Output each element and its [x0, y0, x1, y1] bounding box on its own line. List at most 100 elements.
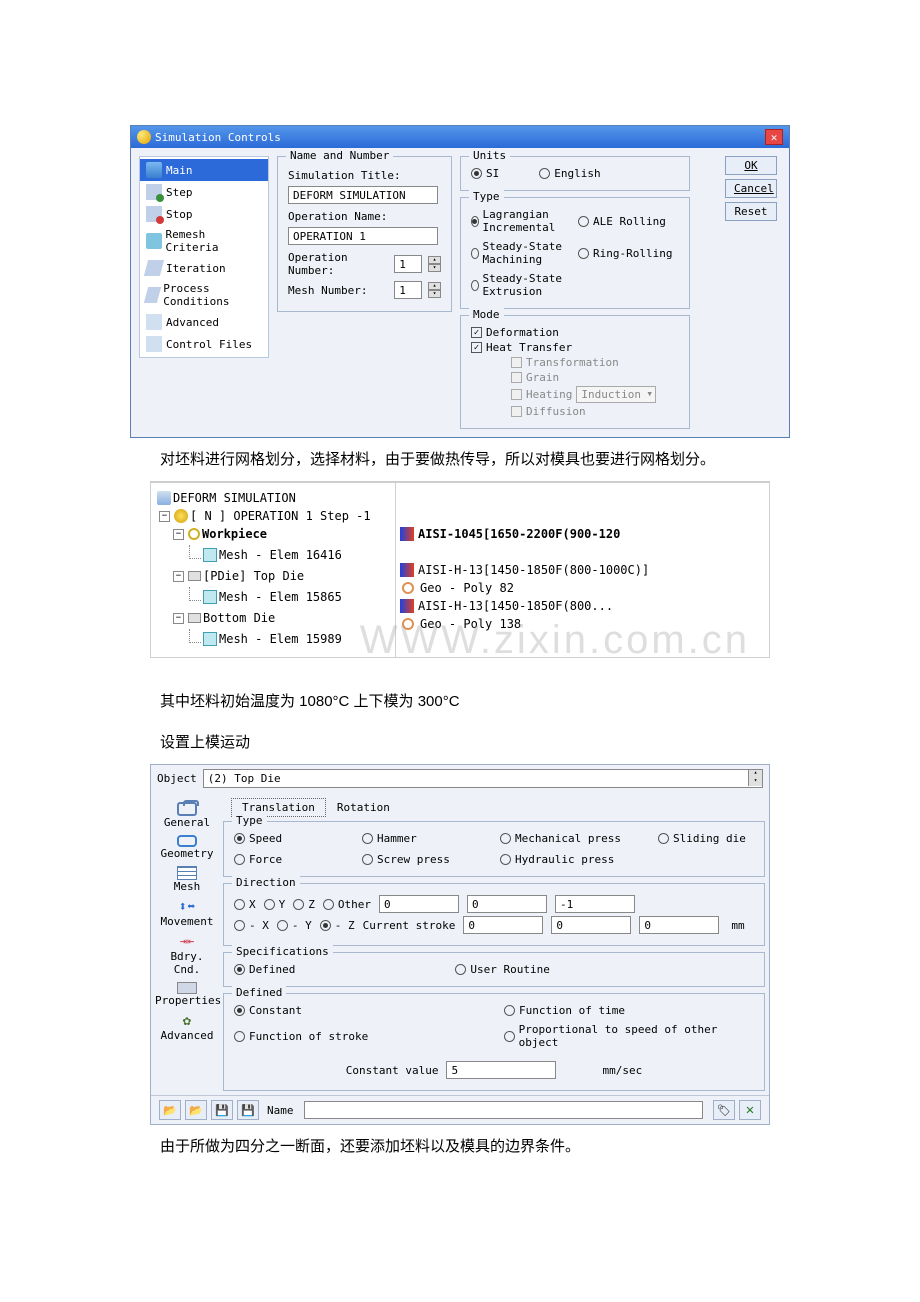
radio-minus-y[interactable]: - Y — [277, 919, 312, 932]
radio-si[interactable]: SI — [471, 167, 499, 180]
induction-combo[interactable]: Induction — [576, 386, 656, 403]
tree-workpiece[interactable]: −Workpiece — [155, 525, 391, 543]
check-diffusion[interactable]: Diffusion — [511, 405, 679, 418]
mesh-number-spinner[interactable]: ▴▾ — [428, 282, 441, 298]
radio-mech-press[interactable]: Mechanical press — [500, 832, 650, 845]
saveas-button[interactable]: 💾 — [237, 1100, 259, 1120]
radio-minus-x[interactable]: - X — [234, 919, 269, 932]
info-top-mat[interactable]: AISI-H-13[1450-1850F(800-1000C)] — [400, 561, 765, 579]
side-properties[interactable]: Properties — [155, 980, 219, 1009]
nav-item-iteration[interactable]: Iteration — [140, 257, 268, 279]
radio-proportional[interactable]: Proportional to speed of other object — [504, 1023, 754, 1049]
radio-icon — [234, 854, 245, 865]
object-combo[interactable]: (2) Top Die ▴▾ — [203, 769, 763, 788]
radio-icon — [578, 248, 589, 259]
stroke-x-input[interactable] — [463, 916, 543, 934]
radio-x[interactable]: X — [234, 898, 256, 911]
tree-bottom-die[interactable]: −Bottom Die — [155, 609, 391, 627]
radio-english[interactable]: English — [539, 167, 600, 180]
tab-rotation[interactable]: Rotation — [326, 798, 401, 817]
collapse-icon[interactable]: − — [173, 613, 184, 624]
tree-bot-mesh[interactable]: Mesh - Elem 15989 — [155, 627, 391, 651]
vec-x-input[interactable] — [379, 895, 459, 913]
radio-lagrangian[interactable]: Lagrangian Incremental — [471, 208, 572, 234]
cancel-button[interactable]: Cancel — [725, 179, 777, 198]
radio-constant[interactable]: Constant — [234, 1004, 484, 1017]
tree-root[interactable]: DEFORM SIMULATION — [155, 489, 391, 507]
radio-defined[interactable]: Defined — [234, 963, 295, 976]
nav-item-advanced[interactable]: Advanced — [140, 311, 268, 333]
radio-extrusion[interactable]: Steady-State Extrusion — [471, 272, 572, 298]
collapse-icon[interactable]: − — [173, 529, 184, 540]
radio-sliding-die[interactable]: Sliding die — [658, 832, 754, 845]
radio-hydraulic-press[interactable]: Hydraulic press — [500, 853, 650, 866]
tag-button[interactable]: 🏷 — [713, 1100, 735, 1120]
radio-fn-time[interactable]: Function of time — [504, 1004, 754, 1017]
check-heating[interactable]: HeatingInduction — [511, 386, 679, 403]
title-bar[interactable]: Simulation Controls ✕ — [131, 126, 789, 148]
radio-force[interactable]: Force — [234, 853, 354, 866]
check-heat[interactable]: Heat Transfer — [471, 341, 679, 354]
radio-fn-stroke[interactable]: Function of stroke — [234, 1023, 484, 1049]
tree-operation[interactable]: −[ N ] OPERATION 1 Step -1 — [155, 507, 391, 525]
side-movement[interactable]: ⬍⬌Movement — [155, 897, 219, 930]
collapse-icon[interactable]: − — [159, 511, 170, 522]
nav-item-step[interactable]: Step — [140, 181, 268, 203]
op-number-spinner[interactable]: ▴▾ — [428, 256, 441, 272]
radio-other[interactable]: Other — [323, 898, 371, 911]
side-advanced[interactable]: ✿Advanced — [155, 1011, 219, 1044]
nav-label: Step — [166, 186, 193, 199]
side-general[interactable]: General — [155, 800, 219, 831]
name-input[interactable] — [304, 1101, 704, 1119]
info-wp-mat[interactable]: AISI-1045[1650-2200F(900-120 — [400, 525, 765, 543]
collapse-icon[interactable]: − — [173, 571, 184, 582]
side-geometry[interactable]: Geometry — [155, 833, 219, 862]
reset-button[interactable]: Reset — [725, 202, 777, 221]
ok-button[interactable]: OK — [725, 156, 777, 175]
radio-hammer[interactable]: Hammer — [362, 832, 492, 845]
info-bot-mat[interactable]: AISI-H-13[1450-1850F(800... — [400, 597, 765, 615]
info-top-geo[interactable]: Geo - Poly 82 — [400, 579, 765, 597]
radio-y[interactable]: Y — [264, 898, 286, 911]
check-deformation[interactable]: Deformation — [471, 326, 679, 339]
tree-top-mesh[interactable]: Mesh - Elem 15865 — [155, 585, 391, 609]
check-label: Deformation — [486, 326, 559, 339]
nav-item-control-files[interactable]: Control Files — [140, 333, 268, 355]
radio-z[interactable]: Z — [293, 898, 315, 911]
nav-item-process[interactable]: Process Conditions — [140, 279, 268, 311]
info-bot-geo[interactable]: Geo - Poly 138 — [400, 615, 765, 633]
radio-screw-press[interactable]: Screw press — [362, 853, 492, 866]
check-transformation[interactable]: Transformation — [511, 356, 679, 369]
nav-item-remesh[interactable]: Remesh Criteria — [140, 225, 268, 257]
op-name-input[interactable] — [288, 227, 438, 245]
mesh-number-input[interactable] — [394, 281, 422, 299]
check-grain[interactable]: Grain — [511, 371, 679, 384]
radio-label: SI — [486, 167, 499, 180]
sim-title-input[interactable] — [288, 186, 438, 204]
radio-user-routine[interactable]: User Routine — [455, 963, 549, 976]
vec-z-input[interactable] — [555, 895, 635, 913]
save-button[interactable]: 💾 — [211, 1100, 233, 1120]
open2-button[interactable]: 📂 — [185, 1100, 207, 1120]
stroke-z-input[interactable] — [639, 916, 719, 934]
radio-machining[interactable]: Steady-State Machining — [471, 240, 572, 266]
side-mesh[interactable]: Mesh — [155, 864, 219, 895]
nav-item-main[interactable]: Main — [140, 159, 268, 181]
op-number-input[interactable] — [394, 255, 422, 273]
close-icon[interactable]: ✕ — [765, 129, 783, 145]
vec-y-input[interactable] — [467, 895, 547, 913]
delete-button[interactable]: ✕ — [739, 1100, 761, 1120]
nav-item-stop[interactable]: Stop — [140, 203, 268, 225]
const-value-input[interactable] — [446, 1061, 556, 1079]
open-button[interactable]: 📂 — [159, 1100, 181, 1120]
radio-speed[interactable]: Speed — [234, 832, 354, 845]
tree-wp-mesh[interactable]: Mesh - Elem 16416 — [155, 543, 391, 567]
radio-minus-z[interactable]: - Z — [320, 919, 355, 932]
radio-ring[interactable]: Ring-Rolling — [578, 240, 679, 266]
radio-icon — [504, 1005, 515, 1016]
radio-ale[interactable]: ALE Rolling — [578, 208, 679, 234]
object-spinner[interactable]: ▴▾ — [748, 770, 762, 786]
tree-top-die[interactable]: −[PDie] Top Die — [155, 567, 391, 585]
side-bdry[interactable]: ⇥⇤Bdry. Cnd. — [155, 932, 219, 978]
stroke-y-input[interactable] — [551, 916, 631, 934]
